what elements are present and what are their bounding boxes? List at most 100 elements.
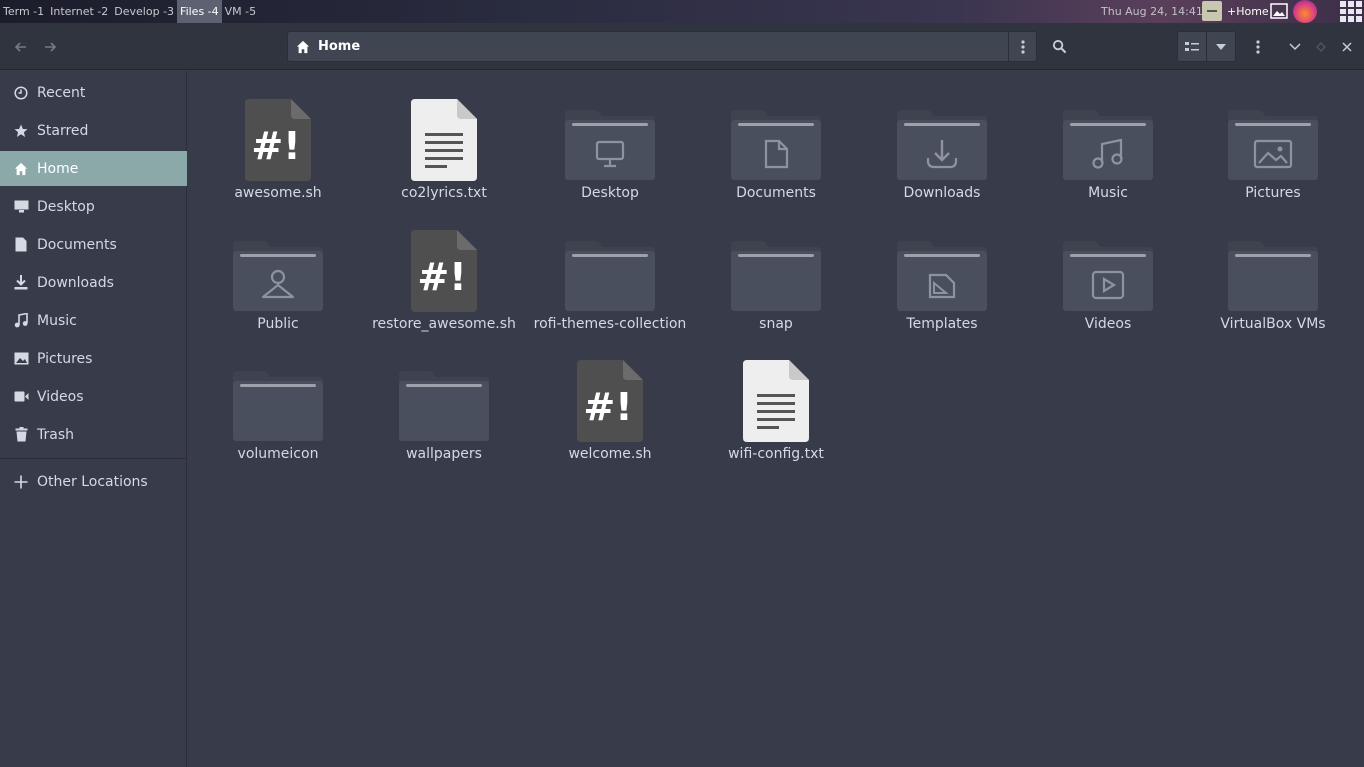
sidebar-item-home[interactable]: Home (0, 151, 187, 186)
file-name-label: Documents (736, 185, 816, 201)
folder-item[interactable]: rofi-themes-collection (527, 222, 693, 342)
folder-item[interactable]: Public (195, 222, 361, 342)
folder-item[interactable]: snap (693, 222, 859, 342)
flame-app-icon[interactable] (1293, 0, 1317, 23)
trash-icon (13, 427, 29, 443)
folder-icon (1025, 91, 1191, 181)
sidebar-item-downloads[interactable]: Downloads (0, 265, 187, 300)
file-grid: #! awesome.sh co2lyrics.txt Desktop Document… (188, 71, 1364, 767)
main-menu-button[interactable] (1243, 32, 1272, 61)
svg-text:#!: #! (251, 124, 300, 168)
view-options-button[interactable] (1206, 31, 1236, 62)
workspace-switcher: Term -1 Internet -2 Develop -3 Files -4 … (0, 0, 259, 23)
folder-icon (1025, 222, 1191, 312)
folder-icon (195, 352, 361, 442)
window-title[interactable]: +Home (1227, 0, 1269, 23)
file-name-label: snap (759, 316, 793, 332)
folder-item[interactable]: volumeicon (195, 352, 361, 472)
file-name-label: restore_awesome.sh (372, 316, 516, 332)
home-icon (296, 40, 310, 53)
folder-item[interactable]: Desktop (527, 91, 693, 211)
shell-script-icon: #! (195, 91, 361, 181)
sidebar-item-videos[interactable]: Videos (0, 379, 187, 414)
sidebar-item-trash[interactable]: Trash (0, 417, 187, 452)
folder-item[interactable]: Videos (1025, 222, 1191, 342)
chevron-down-icon (1289, 42, 1301, 50)
sidebar-item-label: Home (37, 160, 79, 177)
workspace-1[interactable]: Term -1 (0, 0, 47, 23)
folder-icon (361, 352, 527, 442)
video-icon (13, 389, 29, 405)
sidebar-item-documents[interactable]: Documents (0, 227, 187, 262)
shell-script-icon: #! (527, 352, 693, 442)
sidebar-item-music[interactable]: Music (0, 303, 187, 338)
folder-item[interactable]: Pictures (1190, 91, 1356, 211)
list-view-icon (1185, 41, 1199, 51)
back-button[interactable] (6, 32, 35, 61)
document-icon (13, 237, 29, 253)
desktop-icon (13, 199, 29, 215)
maximize-button[interactable] (1308, 32, 1334, 61)
minimize-button[interactable] (1282, 32, 1308, 61)
file-item[interactable]: wifi-config.txt (693, 352, 859, 472)
app-grid-icon[interactable] (1340, 1, 1362, 22)
file-name-label: Downloads (903, 185, 981, 201)
file-name-label: co2lyrics.txt (401, 185, 487, 201)
file-item[interactable]: #! restore_awesome.sh (361, 222, 527, 342)
header-bar: Home (0, 23, 1364, 70)
sidebar-item-label: Documents (37, 236, 117, 253)
folder-icon (859, 222, 1025, 312)
diamond-icon (1316, 41, 1326, 52)
sidebar-item-label: Starred (37, 122, 89, 139)
sidebar-item-desktop[interactable]: Desktop (0, 189, 187, 224)
sidebar-item-label: Pictures (37, 350, 93, 367)
folder-icon (527, 91, 693, 181)
clock: Thu Aug 24, 14:41 (1101, 5, 1203, 18)
workspace-2[interactable]: Internet -2 (47, 0, 111, 23)
folder-item[interactable]: VirtualBox VMs (1190, 222, 1356, 342)
text-file-icon (693, 352, 859, 442)
search-button[interactable] (1045, 32, 1074, 61)
path-menu-button[interactable] (1008, 31, 1037, 62)
shell-script-icon: #! (361, 222, 527, 312)
folder-item[interactable]: Templates (859, 222, 1025, 342)
close-button[interactable] (1334, 32, 1360, 61)
picture-icon (13, 351, 29, 367)
caret-down-icon (1216, 43, 1226, 50)
sidebar-item-label: Recent (37, 84, 86, 101)
close-icon (1342, 41, 1352, 52)
file-name-label: volumeicon (237, 446, 319, 462)
file-item[interactable]: #! awesome.sh (195, 91, 361, 211)
window-app-icon[interactable] (1202, 1, 1222, 21)
folder-icon (527, 222, 693, 312)
view-mode-button[interactable] (1177, 31, 1207, 62)
sidebar-item-pictures[interactable]: Pictures (0, 341, 187, 376)
workspace-5[interactable]: VM -5 (222, 0, 259, 23)
file-name-label: Public (257, 316, 299, 332)
sidebar-item-other-locations[interactable]: Other Locations (0, 464, 187, 499)
image-viewer-icon[interactable] (1270, 3, 1288, 19)
system-top-bar: Term -1 Internet -2 Develop -3 Files -4 … (0, 0, 1364, 23)
kebab-icon (1255, 39, 1260, 54)
file-name-label: wallpapers (406, 446, 482, 462)
workspace-3[interactable]: Develop -3 (111, 0, 177, 23)
sidebar-item-recent[interactable]: Recent (0, 75, 187, 110)
forward-button[interactable] (35, 32, 64, 61)
text-file-icon (361, 91, 527, 181)
workspace-4[interactable]: Files -4 (177, 0, 222, 23)
file-item[interactable]: co2lyrics.txt (361, 91, 527, 211)
folder-item[interactable]: Music (1025, 91, 1191, 211)
folder-item[interactable]: wallpapers (361, 352, 527, 472)
sidebar-item-label: Trash (37, 426, 74, 443)
sidebar-item-starred[interactable]: Starred (0, 113, 187, 148)
svg-text:#!: #! (583, 385, 632, 429)
path-bar[interactable]: Home (287, 31, 1009, 62)
plus-icon (13, 474, 29, 490)
file-item[interactable]: #! welcome.sh (527, 352, 693, 472)
path-current[interactable]: Home (318, 39, 360, 54)
download-icon (13, 275, 29, 291)
folder-item[interactable]: Downloads (859, 91, 1025, 211)
folder-item[interactable]: Documents (693, 91, 859, 211)
folder-icon (693, 91, 859, 181)
sidebar-item-label: Music (37, 312, 77, 329)
